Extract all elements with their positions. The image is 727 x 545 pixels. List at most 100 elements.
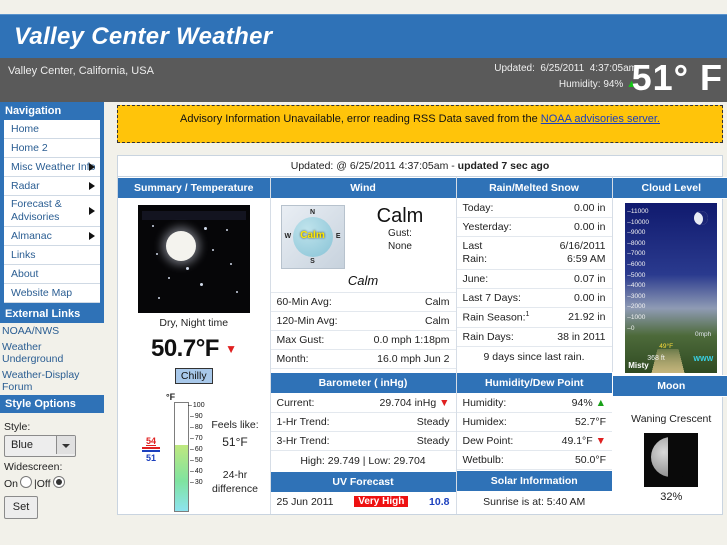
- star-icon: [235, 291, 238, 293]
- row-value: 16.0 mph Jun 2: [377, 353, 450, 365]
- sidebar-item-about[interactable]: About: [4, 265, 100, 284]
- panel-wind: Wind N S W E Calm Calm Gust: None Calm 6…: [270, 177, 457, 372]
- widescreen-off-label: Off: [36, 478, 51, 490]
- sidebar-item-label: Almanac: [11, 230, 52, 242]
- row-value: 94% ▲: [571, 396, 606, 409]
- updated-prefix: Updated: @ 6/25/2011 4:37:05am -: [290, 160, 458, 172]
- row-label: Wetbulb:: [462, 453, 504, 466]
- panel-header-summary: Summary / Temperature: [118, 177, 270, 199]
- style-label: Style:: [4, 421, 31, 433]
- widescreen-on-label: On: [4, 478, 19, 490]
- external-link-weather-underground[interactable]: Weather Underground: [0, 339, 104, 367]
- cloud-wind-overlay: 0mph: [694, 331, 712, 338]
- current-temperature: 51° F: [631, 57, 723, 98]
- table-row: Wetbulb: 50.0°F: [456, 451, 612, 470]
- row-label: Today:: [462, 202, 494, 214]
- moon-shadow: [668, 437, 693, 477]
- row-value: 0.00 in: [573, 202, 606, 214]
- wind-compass-icon: N S W E Calm: [280, 205, 345, 269]
- location-text: Valley Center, California, USA: [8, 65, 154, 77]
- thermometer-tick: 60: [188, 444, 205, 455]
- sidebar-item-forecast-advisories[interactable]: Forecast & Advisories: [4, 196, 100, 227]
- cloud-scale-tick: 5000: [627, 271, 649, 282]
- wind-speed: Calm: [376, 205, 424, 227]
- sidebar-item-home[interactable]: Home: [4, 120, 100, 139]
- star-icon: [151, 225, 154, 227]
- noaa-advisories-link[interactable]: NOAA advisories server.: [541, 113, 660, 125]
- style-select-value: Blue: [11, 439, 34, 451]
- chevron-right-icon: [89, 207, 95, 215]
- star-icon: [229, 263, 232, 265]
- thermometer-unit: °F: [166, 392, 176, 402]
- panel-barometer: Barometer ( inHg) Current: 29.704 inHg ▼…: [270, 371, 457, 514]
- sidebar-item-home-2[interactable]: Home 2: [4, 139, 100, 158]
- sidebar-nav-header: Navigation: [0, 102, 104, 120]
- feels-like-block: Feels like: 51°F: [204, 418, 266, 450]
- star-icon: [211, 249, 214, 251]
- cloud-scale-tick: 8000: [627, 239, 649, 250]
- row-label: Humidex:: [462, 415, 507, 428]
- cloud-scale-tick: 10000: [627, 218, 649, 229]
- sidebar-item-links[interactable]: Links: [4, 246, 100, 265]
- barometer-footer: High: 29.749 | Low: 29.704: [300, 454, 426, 467]
- wind-readout: Calm Gust: None: [345, 205, 452, 253]
- thermometer-area: °F 100 90 80 70 60 50 40: [118, 392, 270, 512]
- chevron-right-icon: [89, 232, 95, 240]
- table-row: Month: 16.0 mph Jun 2: [270, 350, 456, 369]
- main-content: Advisory Information Unavailable, error …: [113, 102, 727, 515]
- advisory-text: Advisory Information Unavailable, error …: [180, 113, 541, 125]
- widescreen-on-radio[interactable]: [20, 476, 33, 488]
- chevron-down-icon: [56, 436, 75, 454]
- row-label: 60-Min Avg:: [276, 296, 332, 308]
- advisory-banner: Advisory Information Unavailable, error …: [117, 105, 723, 143]
- row-value: Calm: [424, 296, 450, 308]
- wind-gust-label: Gust:: [388, 228, 412, 239]
- panel-header-uv: UV Forecast: [270, 470, 456, 493]
- row-value: 0.0 mph 1:18pm: [373, 334, 450, 346]
- star-icon: [225, 229, 228, 231]
- sidebar-item-misc-weather-info[interactable]: Misc Weather Info: [4, 158, 100, 177]
- row-label: Max Gust:: [276, 334, 325, 346]
- row-value: 50.0°F: [574, 453, 606, 466]
- sidebar-item-radar[interactable]: Radar: [4, 177, 100, 196]
- sidebar-item-almanac[interactable]: Almanac: [4, 227, 100, 246]
- sidebar-item-label: About: [11, 268, 39, 280]
- external-link-weather-display-forum[interactable]: Weather-Display Forum: [0, 367, 104, 395]
- row-value: 0.00 in: [573, 292, 606, 304]
- panel-humidity-dewpoint: Humidity/Dew Point Humidity: 94% ▲ Humid…: [456, 371, 612, 514]
- table-row: Current: 29.704 inHg ▼: [270, 394, 456, 413]
- header-humidity: Humidity: 94% ▲: [559, 78, 637, 90]
- up-arrow-icon: ▲: [595, 396, 606, 409]
- table-row: 1-Hr Trend: Steady: [270, 413, 456, 432]
- moon-icon: [165, 231, 196, 261]
- site-title-bar: Valley Center Weather: [0, 14, 727, 59]
- cloud-scale-tick: 7000: [627, 249, 649, 260]
- updated-suffix: updated 7 sec ago: [457, 160, 550, 172]
- external-link-noaa-nws[interactable]: NOAA/NWS: [0, 323, 104, 339]
- wind-top-block: N S W E Calm Calm Gust: None: [271, 199, 456, 271]
- table-row: Max Gust: 0.0 mph 1:18pm: [270, 331, 456, 350]
- sidebar: Navigation Home Home 2 Misc Weather Info…: [0, 102, 104, 521]
- star-icon: [167, 277, 170, 279]
- chevron-right-icon: [89, 182, 95, 190]
- 24hr-difference-label-1: 24-hr: [222, 469, 248, 481]
- sidebar-item-label: Radar: [11, 180, 40, 192]
- set-button[interactable]: Set: [4, 496, 38, 519]
- sidebar-item-label: Misc Weather Info: [11, 161, 96, 173]
- humidity-rows: Humidity: 94% ▲ Humidex: 52.7°F Dew Poin…: [456, 394, 612, 470]
- moon-phase-name: Waning Crescent: [631, 413, 712, 425]
- table-row: Dew Point: 49.1°F ▼: [456, 432, 612, 451]
- sidebar-item-website-map[interactable]: Website Map: [4, 284, 100, 303]
- uv-date: 25 Jun 2011: [276, 495, 334, 508]
- thermometer-markers: 54 51: [142, 436, 160, 463]
- thermometer-tick: 30: [188, 477, 205, 488]
- row-label: Yesterday:: [462, 221, 512, 233]
- thermometer-scale: 100 90 80 70 60 50 40 30: [188, 400, 205, 488]
- summary-temperature: 50.7°F ▼: [118, 335, 270, 363]
- sidebar-item-label: Forecast & Advisories: [11, 198, 62, 223]
- thermometer-tick: 90: [188, 411, 205, 422]
- table-row: Today: 0.00 in: [456, 199, 612, 218]
- widescreen-off-radio[interactable]: [52, 476, 65, 488]
- style-select[interactable]: Blue: [4, 435, 76, 457]
- row-label: Current:: [276, 396, 315, 409]
